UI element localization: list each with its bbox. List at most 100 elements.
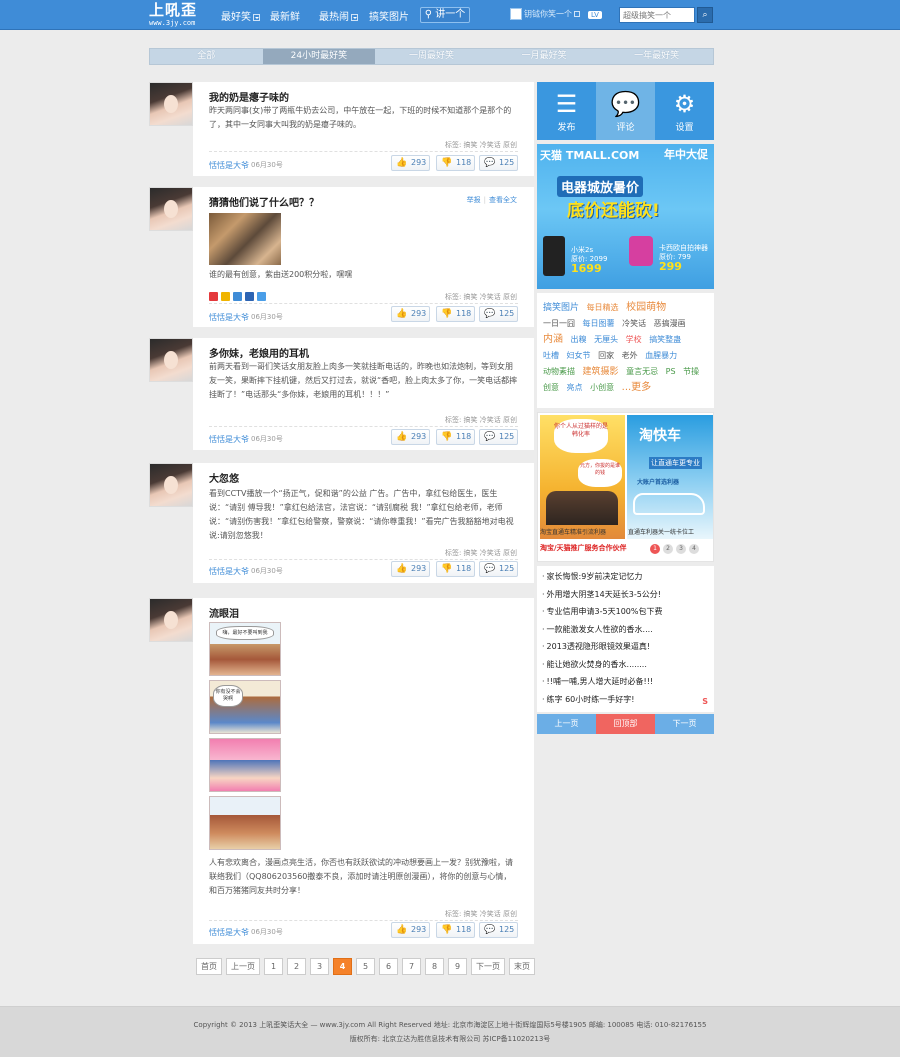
post-tags[interactable]: 标签: 搞笑 冷笑话 原创 [445, 292, 517, 302]
upvote-button[interactable]: 👍 293 [391, 922, 430, 938]
tencent-weibo-share-icon[interactable] [233, 292, 242, 301]
nav-item-hottest[interactable]: 最热闹 [319, 8, 358, 23]
category-link[interactable]: 老外 [622, 351, 638, 360]
post-title[interactable]: 我的奶是瘪子味的 [209, 89, 289, 104]
author-avatar[interactable] [149, 463, 193, 507]
tab-24h[interactable]: 24小时最好笑 [262, 49, 376, 64]
next-page-button[interactable]: 下一页 [655, 714, 714, 734]
slider-dot[interactable]: 1 [650, 544, 660, 554]
page-current[interactable]: 4 [333, 958, 352, 975]
category-link[interactable]: 血腥暴力 [645, 351, 677, 360]
tab-year[interactable]: 一年最好笑 [600, 49, 713, 64]
upvote-button[interactable]: 👍 293 [391, 155, 430, 171]
post-tags[interactable]: 标签: 搞笑 冷笑话 原创 [445, 140, 517, 150]
settings-button[interactable]: ⚙ 设置 [655, 82, 714, 140]
page-next[interactable]: 下一页 [471, 958, 505, 975]
category-link[interactable]: 出糗 [571, 335, 587, 344]
category-link[interactable]: 内涵 [543, 334, 563, 345]
tab-week[interactable]: 一周最好笑 [375, 49, 488, 64]
list-item[interactable]: 一款能激发女人性欲的香水.... [542, 621, 709, 639]
comment-button[interactable]: 💬 125 [479, 429, 518, 445]
upvote-button[interactable]: 👍 293 [391, 561, 430, 577]
post-title[interactable]: 多你妹，老娘用的耳机 [209, 345, 309, 360]
post-author[interactable]: 恬恬是大爷 [209, 312, 249, 323]
category-link[interactable]: 小创意 [590, 383, 614, 392]
category-link[interactable]: 一日一囧 [543, 319, 575, 328]
category-link[interactable]: 每日精选 [587, 303, 619, 312]
category-link[interactable]: 亮点 [567, 383, 583, 392]
slider-dot[interactable]: 3 [676, 544, 686, 554]
nav-item-newest[interactable]: 最新鲜 [270, 8, 300, 23]
post-title[interactable]: 大忽悠 [209, 470, 239, 485]
page-number[interactable]: 6 [379, 958, 398, 975]
page-number[interactable]: 3 [310, 958, 329, 975]
nav-item-funny-pics[interactable]: 搞笑图片 [369, 8, 409, 23]
author-avatar[interactable] [149, 187, 193, 231]
post-image[interactable] [209, 213, 281, 265]
ad-slide-right[interactable]: 淘快车 让直通车更专业 大账户首选利器 [627, 415, 713, 539]
more-share-icon[interactable] [257, 292, 266, 301]
downvote-button[interactable]: 👎 118 [436, 922, 475, 938]
ad-slide-left[interactable]: 你个人从过猫样的是韩化率 元方，你拔的是谁的钱 [540, 415, 625, 539]
page-number[interactable]: 1 [264, 958, 283, 975]
post-title[interactable]: 流眼泪 [209, 605, 239, 620]
downvote-button[interactable]: 👎 118 [436, 306, 475, 322]
category-link[interactable]: 动物素描 [543, 367, 575, 376]
prev-page-button[interactable]: 上一页 [537, 714, 596, 734]
comment-button[interactable]: 💬 125 [479, 306, 518, 322]
search-input[interactable] [619, 7, 695, 23]
post-author[interactable]: 恬恬是大爷 [209, 160, 249, 171]
page-last[interactable]: 末页 [509, 958, 535, 975]
category-link[interactable]: 冷笑话 [622, 319, 646, 328]
category-link[interactable]: 校园萌物 [626, 302, 666, 313]
comic-panel[interactable]: 嗨，最好不要叫到我 [209, 622, 281, 676]
list-item[interactable]: 外用增大阴茎14天延长3-5公分! [542, 586, 709, 604]
category-link[interactable]: PS [666, 367, 676, 376]
comment-button[interactable]: 💬 125 [479, 922, 518, 938]
category-link[interactable]: 建筑摄影 [583, 367, 619, 377]
list-item[interactable]: !!哺一哺,男人增大延时必备!!! [542, 673, 709, 691]
page-number[interactable]: 5 [356, 958, 375, 975]
page-first[interactable]: 首页 [196, 958, 222, 975]
downvote-button[interactable]: 👎 118 [436, 429, 475, 445]
category-link[interactable]: 创意 [543, 383, 559, 392]
tab-month[interactable]: 一月最好笑 [488, 49, 601, 64]
comic-panel[interactable]: 你有没不会哭啊 [209, 680, 281, 734]
comic-panel[interactable] [209, 796, 281, 850]
taobao-ad-slider[interactable]: 你个人从过猫样的是韩化率 元方，你拔的是谁的钱 淘快车 让直通车更专业 大账户首… [537, 412, 714, 562]
category-link[interactable]: 妇女节 [567, 351, 591, 360]
publish-button[interactable]: ☰ 发布 [537, 82, 596, 140]
page-number[interactable]: 2 [287, 958, 306, 975]
downvote-button[interactable]: 👎 118 [436, 561, 475, 577]
comment-action-button[interactable]: 💬 评论 [596, 82, 655, 140]
comment-button[interactable]: 💬 125 [479, 155, 518, 171]
category-link[interactable]: 无厘头 [594, 335, 618, 344]
category-link[interactable]: 搞笑整蛊 [649, 335, 681, 344]
post-tags[interactable]: 标签: 搞笑 冷笑话 原创 [445, 909, 517, 919]
slider-dot[interactable]: 2 [663, 544, 673, 554]
report-link[interactable]: 举报 [467, 196, 481, 204]
site-logo[interactable]: 上吼歪 www.3jy.com [149, 2, 211, 28]
page-prev[interactable]: 上一页 [226, 958, 260, 975]
category-link[interactable]: 恶搞漫画 [654, 319, 686, 328]
page-number[interactable]: 7 [402, 958, 421, 975]
post-tags[interactable]: 标签: 搞笑 冷笑话 原创 [445, 548, 517, 558]
tab-all[interactable]: 全部 [150, 49, 263, 64]
comic-panel[interactable] [209, 738, 281, 792]
comment-button[interactable]: 💬 125 [479, 561, 518, 577]
category-link[interactable]: 学校 [626, 335, 642, 344]
tell-joke-button[interactable]: ⚲ 讲一个 [420, 7, 470, 23]
renren-share-icon[interactable] [245, 292, 254, 301]
post-tags[interactable]: 标签: 搞笑 冷笑话 原创 [445, 415, 517, 425]
slider-dot[interactable]: 4 [689, 544, 699, 554]
qzone-share-icon[interactable] [221, 292, 230, 301]
list-item[interactable]: 2013透视隐形眼镜效果逼真! [542, 638, 709, 656]
post-author[interactable]: 恬恬是大爷 [209, 566, 249, 577]
post-author[interactable]: 恬恬是大爷 [209, 434, 249, 445]
list-item[interactable]: 练字 60小时练一手好字! [542, 691, 709, 709]
author-avatar[interactable] [149, 338, 193, 382]
category-link[interactable]: 吐槽 [543, 351, 559, 360]
weibo-share-icon[interactable] [209, 292, 218, 301]
list-item[interactable]: 能让她欲火焚身的香水........ [542, 656, 709, 674]
tmall-ad-banner[interactable]: 天猫 TMALL.COM 年中大促 电器城放暑价 底价还能砍! 小米2s 原价: … [537, 144, 714, 289]
